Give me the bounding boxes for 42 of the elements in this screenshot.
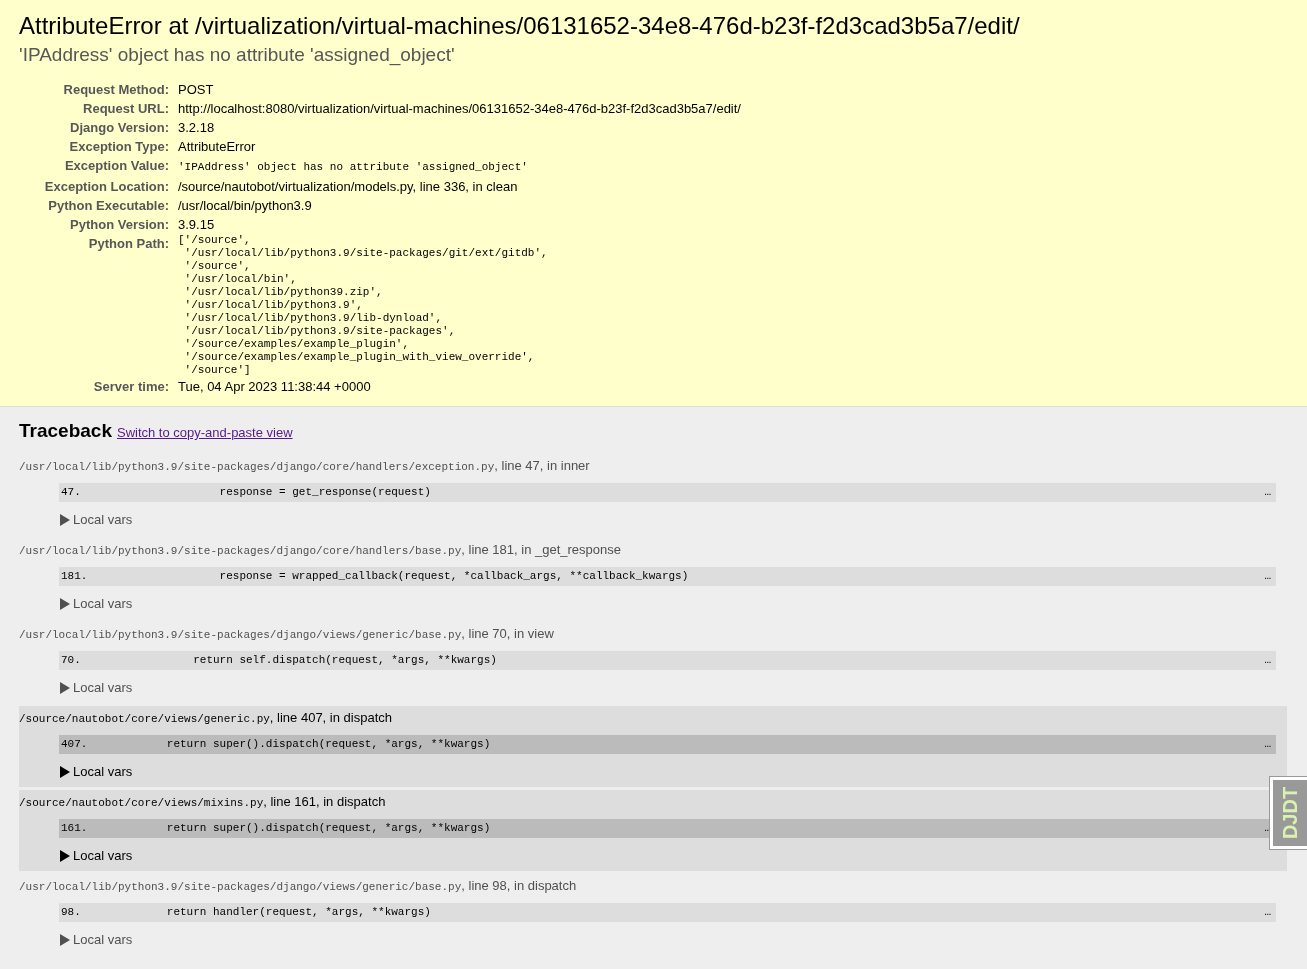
local-vars-toggle[interactable]: Local vars (59, 930, 133, 949)
triangle-right-icon (59, 933, 71, 946)
local-vars-toggle[interactable]: Local vars (59, 846, 133, 865)
copy-paste-view-link[interactable]: Switch to copy-and-paste view (116, 423, 293, 443)
meta-value: http://localhost:8080/virtualization/virtual-machines/06131652-34e8-476d-b23f-f2d3cad3b5a7/edit/ (178, 101, 741, 116)
meta-value: 3.9.15 (178, 217, 215, 232)
meta-label: Python Version: (19, 215, 178, 234)
meta-label: Exception Type: (19, 137, 178, 156)
frame-location: /source/nautobot/core/views/mixins.py, line 161, in dispatch (19, 792, 387, 811)
meta-label: Django Version: (19, 118, 178, 137)
meta-value: /source/nautobot/virtualization/models.py, line 336, in clean (178, 179, 518, 194)
error-message: 'IPAddress' object has no attribute 'assigned_object' (19, 43, 456, 68)
local-vars-toggle[interactable]: Local vars (59, 678, 133, 697)
meta-value: AttributeError (178, 139, 256, 154)
local-vars-toggle[interactable]: Local vars (59, 594, 133, 613)
meta-value: 'IPAddress' object has no attribute 'assigned_object' (178, 161, 528, 173)
frame-location: /usr/local/lib/python3.9/site-packages/django/views/generic/base.py, line 70, in view (19, 624, 555, 643)
triangle-right-icon (59, 597, 71, 610)
meta-label: Request URL: (19, 99, 178, 118)
meta-value: 3.2.18 (178, 120, 215, 135)
frame-location: /source/nautobot/core/views/generic.py, line 407, in dispatch (19, 708, 393, 727)
triangle-right-icon (59, 765, 71, 778)
python-path-list: ['/source', '/usr/local/lib/python3.9/site-packages/git/ext/gitdb', '/source', '/usr/local/bin', '/usr/local/lib/python39.zip', '/usr/local/lib/python3.9', '/usr/local/lib/python3.9/lib-dynload', '/usr/local/lib/python3.9/site-packages', '/source/examples/example_plugin', '/source/examples/example_plugin_with_view_override', '/source'] (178, 234, 741, 377)
meta-value: /usr/local/bin/python3.9 (178, 198, 312, 213)
meta-label: Exception Value: (63, 157, 170, 175)
meta-label: Exception Location: (19, 177, 178, 196)
triangle-right-icon (59, 681, 71, 694)
meta-value: Tue, 04 Apr 2023 11:38:44 +0000 (178, 379, 371, 394)
frame-location: /usr/local/lib/python3.9/site-packages/django/core/handlers/base.py, line 181, in _get_response (19, 540, 622, 559)
meta-label: Server time: (19, 377, 178, 396)
local-vars-toggle[interactable]: Local vars (59, 762, 133, 781)
meta-label: Python Executable: (19, 196, 178, 215)
meta-value: POST (178, 82, 214, 97)
frame-location: /usr/local/lib/python3.9/site-packages/django/core/handlers/exception.py, line 47, in inner (19, 456, 591, 475)
local-vars-toggle[interactable]: Local vars (59, 510, 133, 529)
traceback-heading: Traceback (19, 419, 112, 443)
meta-label: Request Method: (62, 81, 170, 99)
meta-label: Python Path: (87, 235, 170, 253)
triangle-right-icon (59, 849, 71, 862)
frame-location: /usr/local/lib/python3.9/site-packages/django/views/generic/base.py, line 98, in dispatch (19, 876, 578, 895)
triangle-right-icon (59, 513, 71, 526)
error-title: AttributeError at /virtualization/virtual-machines/06131652-34e8-476d-b23f-f2d3cad3b5a7/edit/ (19, 11, 1021, 41)
